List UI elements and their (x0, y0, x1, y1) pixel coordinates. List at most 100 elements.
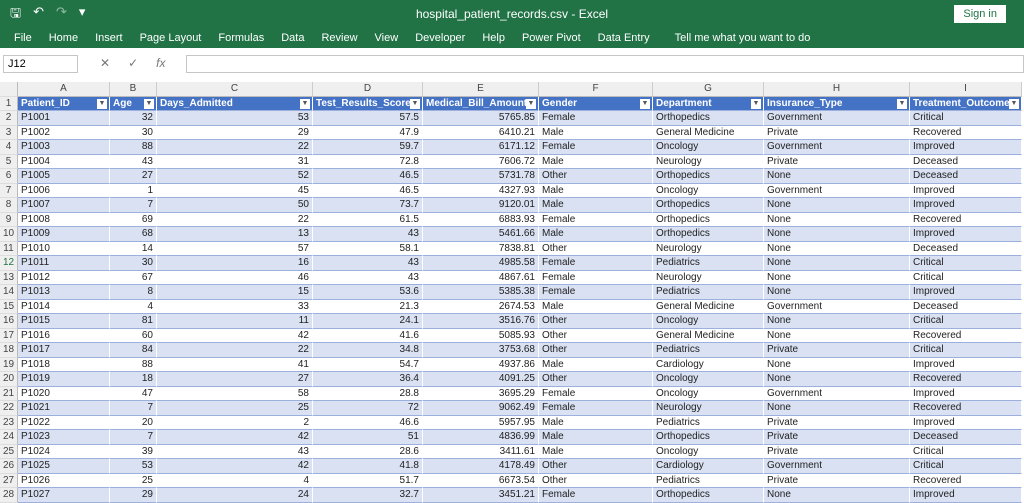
cell[interactable]: Pediatrics (653, 415, 764, 430)
cell[interactable]: Government (764, 111, 910, 126)
cell[interactable]: 7 (110, 198, 157, 213)
cell[interactable]: 5461.66 (423, 227, 539, 242)
cell[interactable]: P1024 (18, 444, 110, 459)
cell[interactable]: Male (539, 357, 653, 372)
cell[interactable]: Critical (910, 343, 1022, 358)
cell[interactable]: 39 (110, 444, 157, 459)
cell[interactable]: 2 (157, 415, 313, 430)
cell[interactable]: Improved (910, 285, 1022, 300)
cell[interactable]: Orthopedics (653, 198, 764, 213)
cell[interactable]: 53.6 (313, 285, 423, 300)
cell[interactable]: 7606.72 (423, 154, 539, 169)
filter-dropdown-icon[interactable]: ▼ (897, 98, 907, 109)
cell[interactable]: Oncology (653, 183, 764, 198)
column-header[interactable]: C (157, 82, 313, 97)
row-number[interactable]: 9 (0, 212, 18, 227)
cell[interactable]: 59.7 (313, 140, 423, 155)
cell[interactable]: 73.7 (313, 198, 423, 213)
cell[interactable]: 6883.93 (423, 212, 539, 227)
cell[interactable]: 3695.29 (423, 386, 539, 401)
cell[interactable]: 9120.01 (423, 198, 539, 213)
cell[interactable]: Female (539, 386, 653, 401)
cell[interactable]: 4327.93 (423, 183, 539, 198)
row-number[interactable]: 2 (0, 111, 18, 126)
sign-in-button[interactable]: Sign in (954, 5, 1006, 23)
filter-dropdown-icon[interactable]: ▼ (97, 98, 107, 109)
cell[interactable]: Recovered (910, 328, 1022, 343)
row-number[interactable]: 14 (0, 285, 18, 300)
cell[interactable]: 51 (313, 430, 423, 445)
select-all[interactable] (0, 82, 18, 97)
cell[interactable]: P1009 (18, 227, 110, 242)
cell[interactable]: Deceased (910, 241, 1022, 256)
cell[interactable]: None (764, 372, 910, 387)
header-cell[interactable]: Test_Results_Score ▼ (313, 96, 423, 111)
cell[interactable]: 41.8 (313, 459, 423, 474)
cell[interactable]: 27 (157, 372, 313, 387)
cell[interactable]: Female (539, 111, 653, 126)
row-number[interactable]: 6 (0, 169, 18, 184)
ribbon-tab-file[interactable]: File (14, 32, 32, 44)
row-number[interactable]: 23 (0, 415, 18, 430)
cell[interactable]: 72 (313, 401, 423, 416)
column-header[interactable]: E (423, 82, 539, 97)
cell[interactable]: None (764, 169, 910, 184)
row-number[interactable]: 27 (0, 473, 18, 488)
cell[interactable]: P1022 (18, 415, 110, 430)
cell[interactable]: 22 (157, 212, 313, 227)
cell[interactable]: Government (764, 459, 910, 474)
cell[interactable]: 22 (157, 140, 313, 155)
cell[interactable]: Improved (910, 488, 1022, 503)
cell[interactable]: 30 (110, 256, 157, 271)
cell[interactable]: 81 (110, 314, 157, 329)
cell[interactable]: 5957.95 (423, 415, 539, 430)
cell[interactable]: P1008 (18, 212, 110, 227)
cell[interactable]: Orthopedics (653, 111, 764, 126)
cell[interactable]: 57.5 (313, 111, 423, 126)
cell[interactable]: 29 (110, 488, 157, 503)
ribbon-tab-page-layout[interactable]: Page Layout (140, 32, 202, 44)
cell[interactable]: Male (539, 125, 653, 140)
cell[interactable]: Private (764, 444, 910, 459)
cell[interactable]: Private (764, 415, 910, 430)
cell[interactable]: 53 (157, 111, 313, 126)
cell[interactable]: Improved (910, 227, 1022, 242)
cell[interactable]: 4937.86 (423, 357, 539, 372)
row-number[interactable]: 21 (0, 386, 18, 401)
cell[interactable]: 21.3 (313, 299, 423, 314)
ribbon-tab-data[interactable]: Data (281, 32, 304, 44)
cell[interactable]: P1005 (18, 169, 110, 184)
cell[interactable]: Cardiology (653, 459, 764, 474)
cell[interactable]: 43 (157, 444, 313, 459)
cell[interactable]: Neurology (653, 241, 764, 256)
cell[interactable]: Critical (910, 270, 1022, 285)
row-number[interactable]: 28 (0, 488, 18, 503)
cell[interactable]: 3516.76 (423, 314, 539, 329)
cell[interactable]: 57 (157, 241, 313, 256)
cell[interactable]: P1026 (18, 473, 110, 488)
cell[interactable]: Other (539, 343, 653, 358)
cell[interactable]: None (764, 212, 910, 227)
cell[interactable]: Other (539, 473, 653, 488)
cell[interactable]: 41.6 (313, 328, 423, 343)
row-number[interactable]: 24 (0, 430, 18, 445)
cell[interactable]: 27 (110, 169, 157, 184)
cell[interactable]: None (764, 270, 910, 285)
row-number[interactable]: 7 (0, 183, 18, 198)
cell[interactable]: Female (539, 140, 653, 155)
name-box[interactable]: J12 (3, 55, 78, 73)
cell[interactable]: 43 (313, 256, 423, 271)
cell[interactable]: P1019 (18, 372, 110, 387)
cell[interactable]: Male (539, 154, 653, 169)
cell[interactable]: 36.4 (313, 372, 423, 387)
cell[interactable]: 7 (110, 401, 157, 416)
cell[interactable]: Female (539, 270, 653, 285)
cell[interactable]: Private (764, 343, 910, 358)
ribbon-tab-tell-me-what-you-want-to-do[interactable]: Tell me what you want to do (675, 32, 811, 44)
cell[interactable]: 42 (157, 430, 313, 445)
cell[interactable]: 5085.93 (423, 328, 539, 343)
cell[interactable]: Male (539, 183, 653, 198)
ribbon-tab-view[interactable]: View (375, 32, 399, 44)
header-cell[interactable]: Insurance_Type ▼ (764, 96, 910, 111)
ribbon-tab-data-entry[interactable]: Data Entry (598, 32, 650, 44)
